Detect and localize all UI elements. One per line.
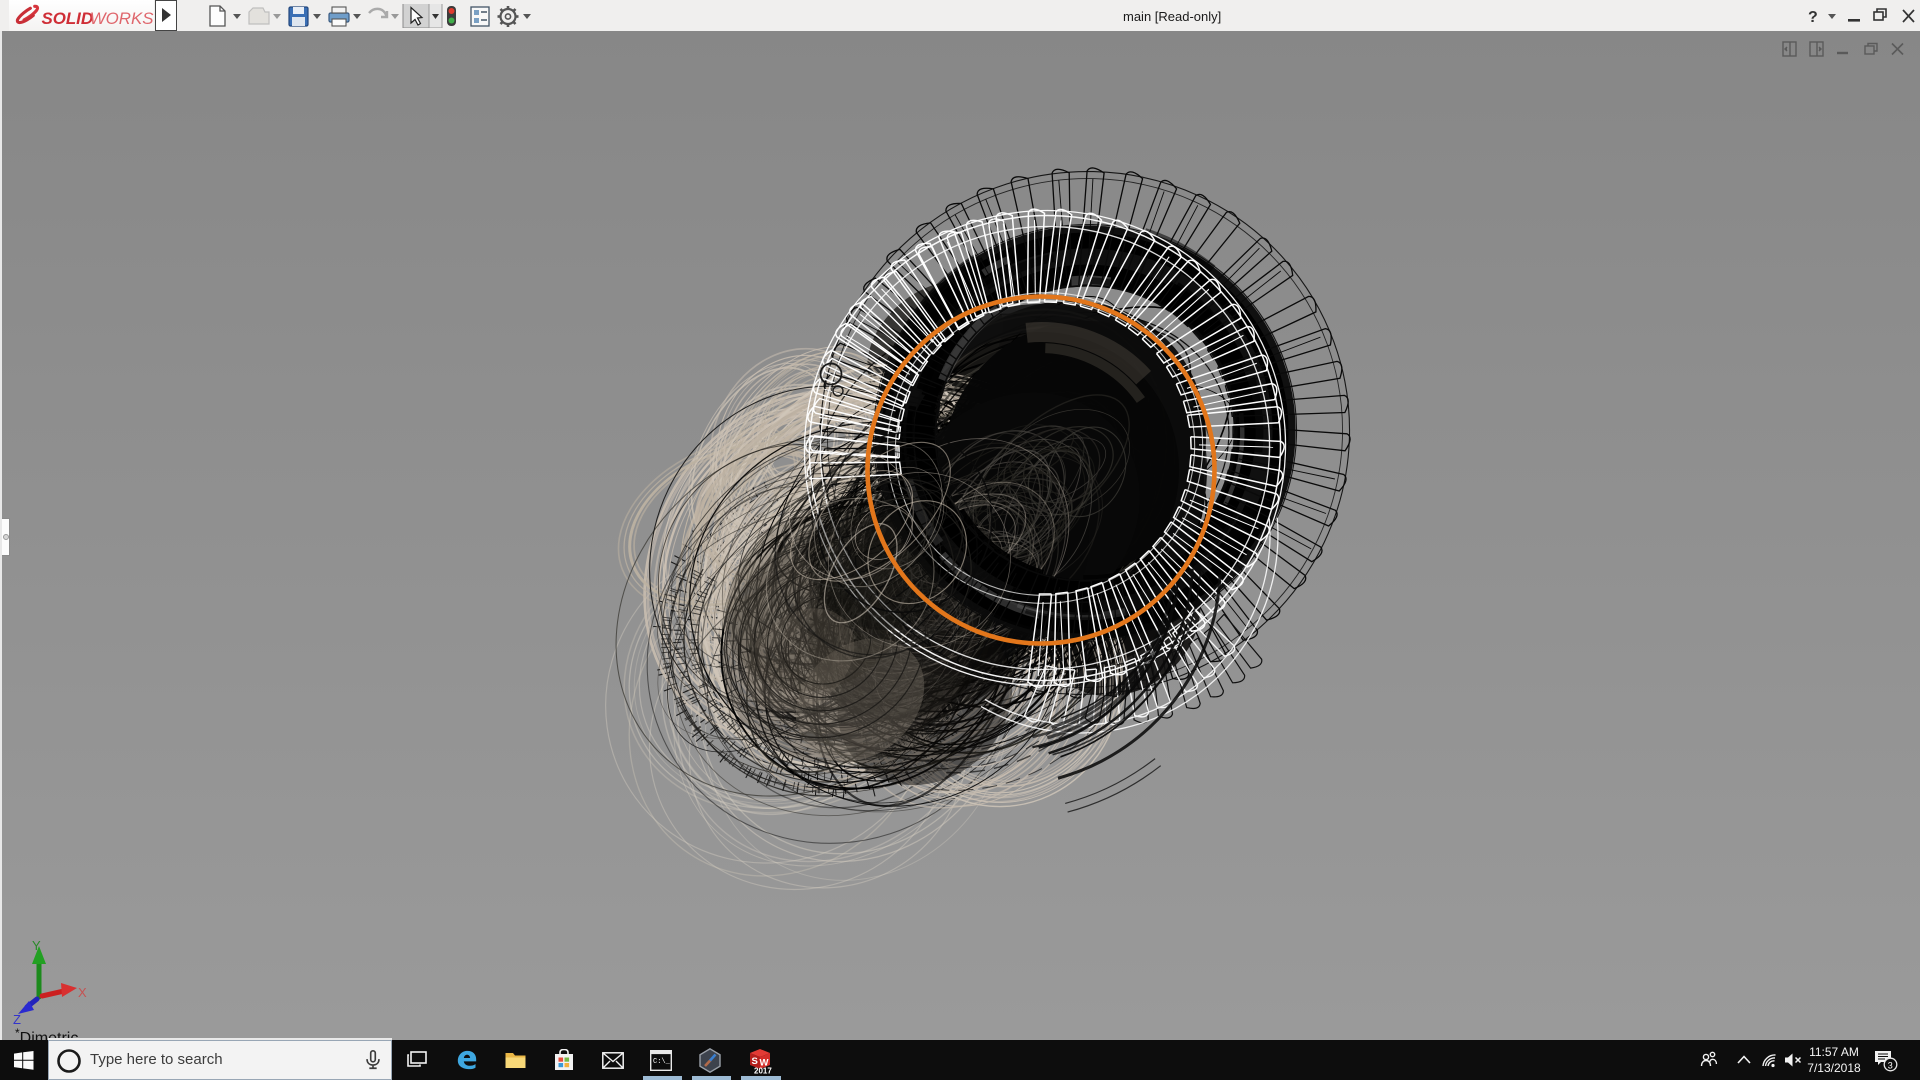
- svg-text:SOLID: SOLID: [41, 9, 93, 28]
- svg-text:Y: Y: [32, 938, 41, 953]
- svg-text:C:\_: C:\_: [653, 1058, 671, 1066]
- svg-text:2017: 2017: [754, 1067, 772, 1075]
- svg-text:X: X: [78, 985, 87, 1000]
- svg-text:WORKS: WORKS: [90, 9, 154, 28]
- svg-text:Z: Z: [13, 1012, 21, 1027]
- svg-text:?: ?: [1808, 9, 1818, 26]
- svg-text:3: 3: [1888, 1061, 1893, 1071]
- svg-text:S: S: [752, 1056, 758, 1067]
